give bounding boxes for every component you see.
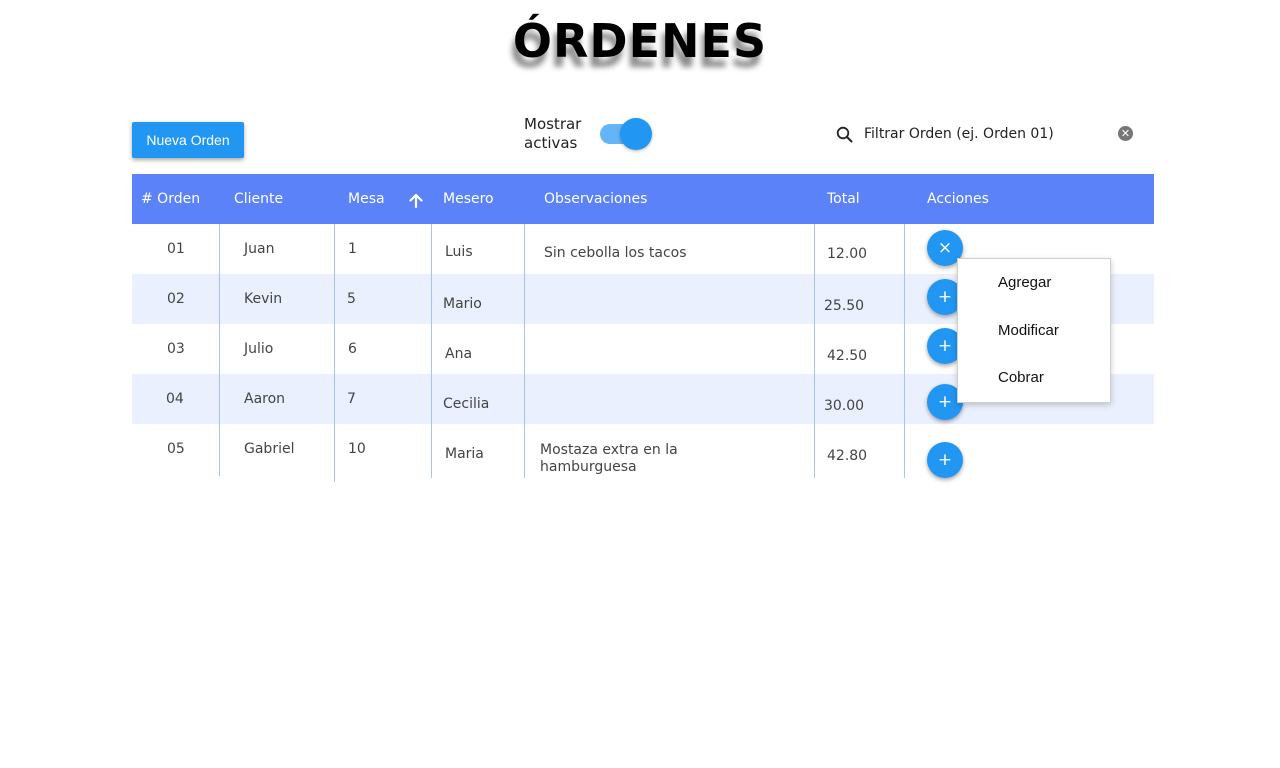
cell-notes: Mostaza extra en la hamburguesa [540, 442, 678, 475]
header-table[interactable]: Mesa [348, 174, 385, 224]
show-active-control: Mostrar activas [524, 114, 652, 154]
table-row[interactable]: 05 Gabriel 10 Maria Mostaza extra en la hamb… [132, 424, 1154, 478]
cell-client: Juan [244, 241, 275, 257]
toggle-label: Mostrar activas [524, 115, 582, 152]
open-actions-button[interactable]: + [927, 442, 963, 478]
cell-total: 30.00 [824, 398, 865, 414]
search-icon [836, 126, 853, 143]
cell-table: 7 [347, 391, 356, 407]
cell-client: Gabriel [244, 441, 295, 457]
cell-order: 04 [166, 391, 184, 407]
table-header: # Orden Cliente Mesa Mesero Observacione… [132, 174, 1154, 224]
show-active-toggle[interactable] [600, 114, 652, 154]
cell-waiter: Cecilia [443, 396, 490, 412]
order-filter-input[interactable] [864, 120, 1104, 148]
header-order[interactable]: # Orden [141, 174, 200, 224]
cell-order: 02 [167, 291, 185, 307]
header-notes[interactable]: Observaciones [544, 174, 647, 224]
cell-table: 6 [348, 341, 357, 357]
column-divider [334, 224, 335, 482]
cell-total: 42.80 [827, 448, 868, 464]
cell-waiter: Luis [445, 244, 473, 260]
toggle-knob [620, 118, 652, 150]
cell-order: 01 [167, 241, 185, 257]
cell-waiter: Maria [445, 446, 484, 462]
menu-item-charge[interactable]: Cobrar [958, 358, 1110, 398]
cell-waiter: Mario [443, 296, 482, 312]
column-divider [524, 224, 525, 478]
cell-client: Julio [244, 341, 274, 357]
header-total[interactable]: Total [827, 174, 860, 224]
column-divider [219, 224, 220, 476]
clear-icon[interactable]: ✕ [1118, 126, 1133, 141]
cell-client: Kevin [244, 291, 283, 307]
header-actions: Acciones [927, 191, 989, 207]
actions-menu: Agregar Modificar Cobrar [957, 258, 1111, 403]
column-divider [431, 224, 432, 478]
menu-item-modify[interactable]: Modificar [958, 311, 1110, 351]
cell-table: 10 [348, 441, 366, 457]
cell-total: 25.50 [824, 298, 865, 314]
cell-order: 03 [167, 341, 185, 357]
cell-total: 42.50 [827, 348, 868, 364]
cell-total: 12.00 [827, 246, 868, 262]
column-divider [814, 224, 815, 478]
page-title: ÓRDENES [512, 14, 768, 68]
cell-order: 05 [167, 441, 185, 457]
menu-item-add[interactable]: Agregar [958, 263, 1110, 303]
cell-notes: Sin cebolla los tacos [544, 245, 687, 261]
cell-waiter: Ana [445, 346, 473, 362]
cell-table: 5 [347, 291, 356, 307]
header-client[interactable]: Cliente [234, 174, 283, 224]
new-order-button[interactable]: Nueva Orden [132, 122, 244, 158]
cell-client: Aaron [244, 391, 286, 407]
cell-table: 1 [348, 241, 357, 257]
column-divider [904, 224, 905, 478]
sort-ascending-icon[interactable] [409, 194, 423, 208]
order-filter: ✕ [836, 120, 1136, 148]
header-waiter[interactable]: Mesero [443, 174, 494, 224]
